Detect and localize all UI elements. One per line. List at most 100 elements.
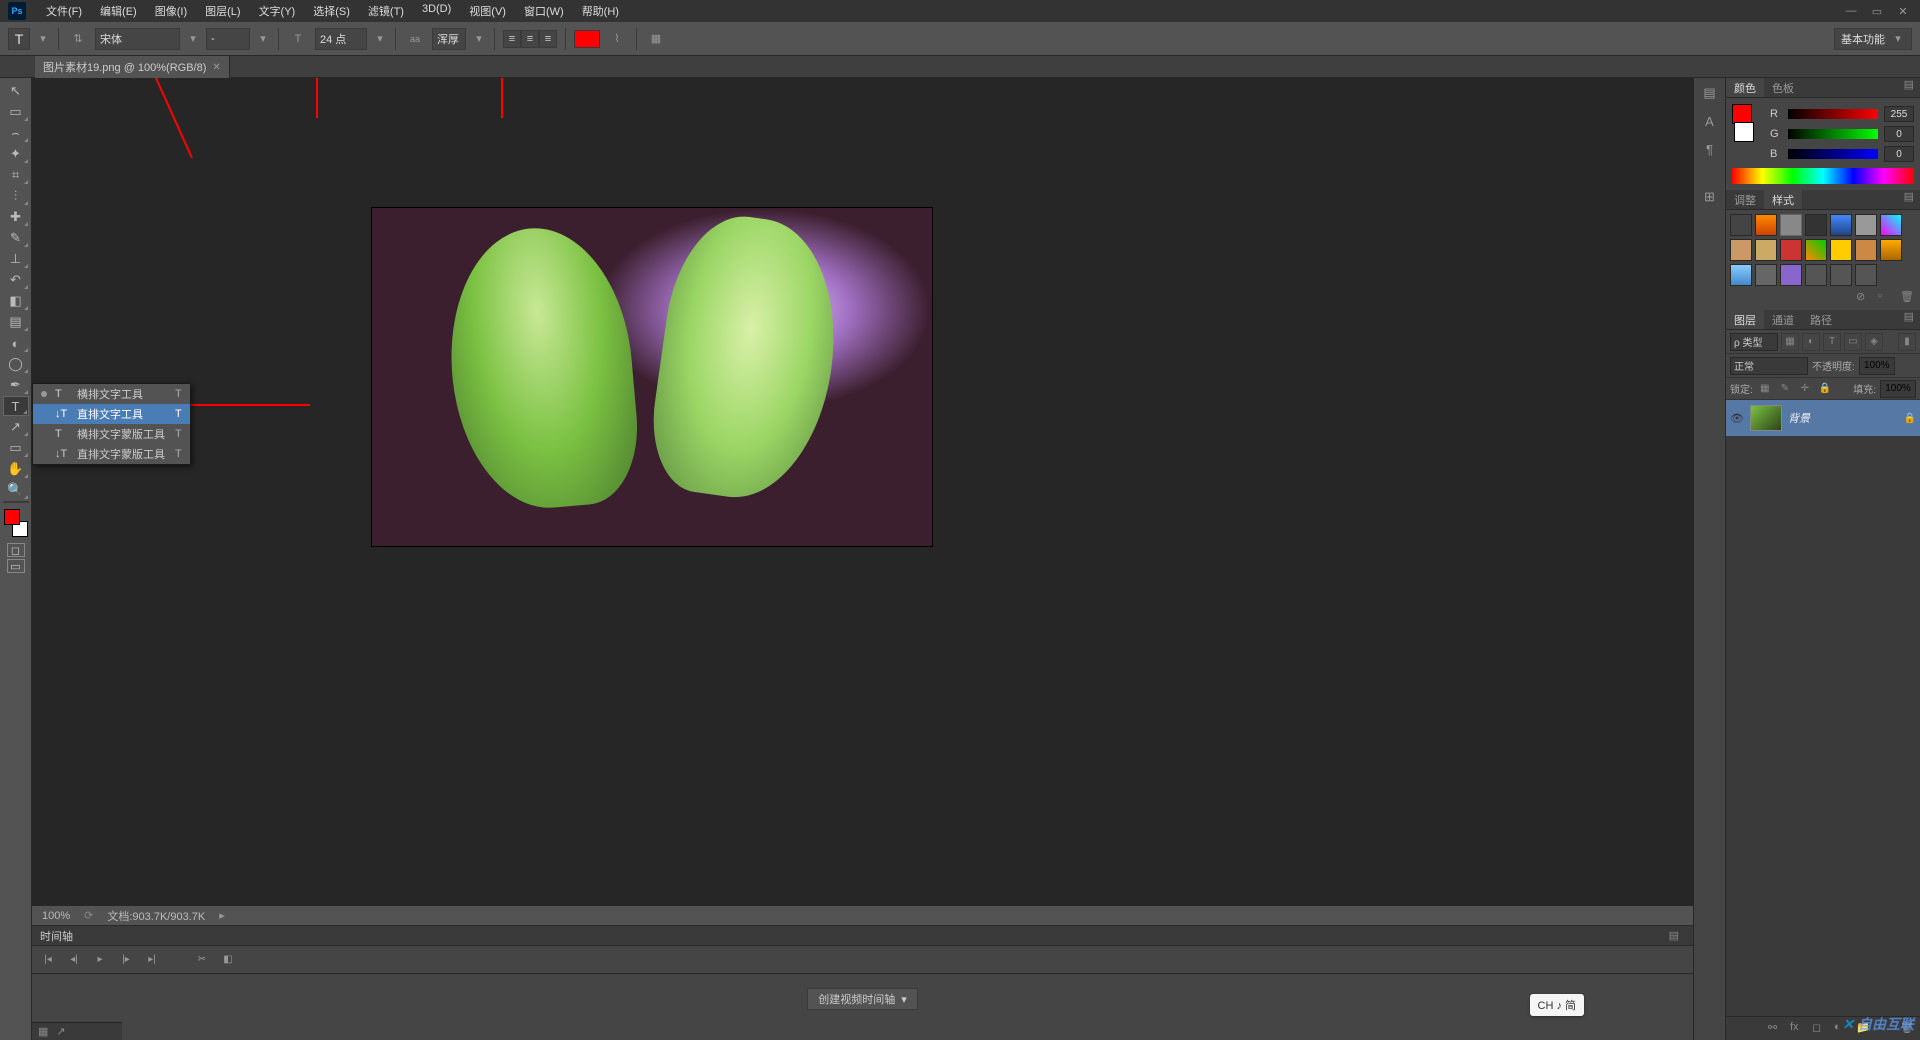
- menu-select[interactable]: 选择(S): [305, 0, 358, 22]
- link-layers-icon[interactable]: ⚯: [1768, 1021, 1784, 1037]
- close-button[interactable]: ✕: [1894, 3, 1912, 19]
- character-panel-icon[interactable]: A: [1698, 110, 1722, 132]
- r-value-input[interactable]: [1884, 106, 1914, 122]
- status-refresh-icon[interactable]: ⟳: [84, 909, 93, 922]
- style-swatch[interactable]: [1830, 239, 1852, 261]
- layer-row-background[interactable]: 👁 背景 🔒: [1726, 400, 1920, 436]
- timeline-prev-frame[interactable]: ◂|: [66, 952, 82, 968]
- layer-name[interactable]: 背景: [1788, 410, 1898, 426]
- warp-text-button[interactable]: ⌇: [606, 28, 628, 50]
- layers-panel-menu-icon[interactable]: ▤: [1898, 310, 1920, 329]
- clone-stamp-tool[interactable]: ⊥: [3, 249, 29, 269]
- style-swatch[interactable]: [1805, 214, 1827, 236]
- dodge-tool[interactable]: ◯: [3, 354, 29, 374]
- character-panel-button[interactable]: ▦: [645, 28, 667, 50]
- menu-type[interactable]: 文字(Y): [251, 0, 304, 22]
- history-brush-tool[interactable]: ↶: [3, 270, 29, 290]
- color-foreground-swatch[interactable]: [1732, 104, 1752, 124]
- align-left-button[interactable]: ≡: [503, 30, 521, 48]
- style-swatch[interactable]: [1805, 239, 1827, 261]
- menu-help[interactable]: 帮助(H): [574, 0, 627, 22]
- style-swatch[interactable]: [1730, 239, 1752, 261]
- filter-smart-icon[interactable]: ◈: [1865, 333, 1883, 351]
- antialias-arrow[interactable]: ▾: [472, 32, 486, 45]
- text-color-swatch[interactable]: [574, 30, 600, 48]
- move-tool[interactable]: ↖: [3, 81, 29, 101]
- flyout-horizontal-type[interactable]: T 横排文字工具 T: [33, 384, 190, 404]
- style-swatch[interactable]: [1755, 214, 1777, 236]
- tab-color[interactable]: 颜色: [1726, 78, 1764, 97]
- eyedropper-tool[interactable]: ⫶: [3, 186, 29, 206]
- styles-delete-icon[interactable]: 🗑: [1900, 290, 1916, 306]
- menu-filter[interactable]: 滤镜(T): [360, 0, 412, 22]
- menu-edit[interactable]: 编辑(E): [92, 0, 145, 22]
- style-swatch[interactable]: [1830, 214, 1852, 236]
- menu-file[interactable]: 文件(F): [38, 0, 90, 22]
- align-right-button[interactable]: ≡: [539, 30, 557, 48]
- timeline-cut-icon[interactable]: ✂: [194, 952, 210, 968]
- lock-position-icon[interactable]: ✛: [1797, 381, 1813, 397]
- lock-transparency-icon[interactable]: ▦: [1757, 381, 1773, 397]
- workspace-dropdown[interactable]: 基本功能 ▾: [1834, 28, 1912, 50]
- tab-paths[interactable]: 路径: [1802, 310, 1840, 329]
- timeline-transition-icon[interactable]: ◧: [220, 952, 236, 968]
- filter-type-icon[interactable]: T: [1823, 333, 1841, 351]
- close-tab-icon[interactable]: ✕: [212, 62, 220, 73]
- menu-3d[interactable]: 3D(D): [414, 0, 459, 22]
- layer-locked-icon[interactable]: 🔒: [1904, 413, 1916, 424]
- style-swatch[interactable]: [1830, 264, 1852, 286]
- type-tool[interactable]: T: [3, 396, 29, 416]
- workspace-arrow[interactable]: ▾: [1891, 32, 1905, 45]
- style-swatch[interactable]: [1880, 239, 1902, 261]
- b-slider[interactable]: [1788, 149, 1878, 159]
- lock-all-icon[interactable]: 🔒: [1817, 381, 1833, 397]
- zoom-level[interactable]: 100%: [42, 910, 70, 922]
- maximize-button[interactable]: ▭: [1868, 3, 1886, 19]
- eraser-tool[interactable]: ◧: [3, 291, 29, 311]
- timeline-first-frame[interactable]: |◂: [40, 952, 56, 968]
- tab-styles[interactable]: 样式: [1764, 190, 1802, 209]
- tab-layers[interactable]: 图层: [1726, 310, 1764, 329]
- g-slider[interactable]: [1788, 129, 1878, 139]
- color-background-swatch[interactable]: [1734, 122, 1754, 142]
- filter-adjust-icon[interactable]: ◐: [1802, 333, 1820, 351]
- menu-layer[interactable]: 图层(L): [197, 0, 248, 22]
- color-panel-menu-icon[interactable]: ▤: [1898, 78, 1920, 97]
- status-info-arrow[interactable]: ▸: [219, 909, 225, 922]
- brush-tool[interactable]: ✎: [3, 228, 29, 248]
- pen-tool[interactable]: ✒: [3, 375, 29, 395]
- layer-fx-icon[interactable]: fx: [1790, 1021, 1806, 1037]
- flyout-vertical-type[interactable]: ↓T 直排文字工具 T: [33, 404, 190, 424]
- menu-window[interactable]: 窗口(W): [516, 0, 572, 22]
- lock-pixels-icon[interactable]: ✎: [1777, 381, 1793, 397]
- g-value-input[interactable]: [1884, 126, 1914, 142]
- menu-image[interactable]: 图像(I): [147, 0, 195, 22]
- healing-brush-tool[interactable]: ✚: [3, 207, 29, 227]
- gradient-tool[interactable]: ▤: [3, 312, 29, 332]
- filter-pixel-icon[interactable]: ▦: [1781, 333, 1799, 351]
- minimize-button[interactable]: —: [1842, 3, 1860, 19]
- document-info[interactable]: 文档:903.7K/903.7K: [107, 908, 205, 924]
- text-orientation-toggle[interactable]: ⇅: [67, 28, 89, 50]
- style-swatch[interactable]: [1855, 264, 1877, 286]
- style-swatch[interactable]: [1855, 239, 1877, 261]
- style-swatch[interactable]: [1855, 214, 1877, 236]
- tool-preset-arrow[interactable]: ▾: [36, 32, 50, 45]
- paragraph-panel-icon[interactable]: ¶: [1698, 138, 1722, 160]
- filter-shape-icon[interactable]: ▭: [1844, 333, 1862, 351]
- timeline-next-frame[interactable]: |▸: [118, 952, 134, 968]
- layer-visibility-icon[interactable]: 👁: [1730, 412, 1744, 425]
- style-swatch[interactable]: [1730, 264, 1752, 286]
- style-swatch[interactable]: [1730, 214, 1752, 236]
- canvas-area[interactable]: 100% ⟳ 文档:903.7K/903.7K ▸ 时间轴 ▤ |◂ ◂| ▸ …: [32, 78, 1693, 1040]
- antialias-dropdown[interactable]: 浑厚: [432, 28, 466, 50]
- font-size-dropdown[interactable]: 24 点: [315, 28, 367, 50]
- style-swatch[interactable]: [1755, 264, 1777, 286]
- style-swatch[interactable]: [1780, 264, 1802, 286]
- filter-toggle-icon[interactable]: ▮: [1898, 333, 1916, 351]
- font-size-arrow[interactable]: ▾: [373, 32, 387, 45]
- foreground-color-swatch[interactable]: [4, 509, 20, 525]
- blur-tool[interactable]: ◐: [3, 333, 29, 353]
- align-center-button[interactable]: ≡: [521, 30, 539, 48]
- style-swatch[interactable]: [1805, 264, 1827, 286]
